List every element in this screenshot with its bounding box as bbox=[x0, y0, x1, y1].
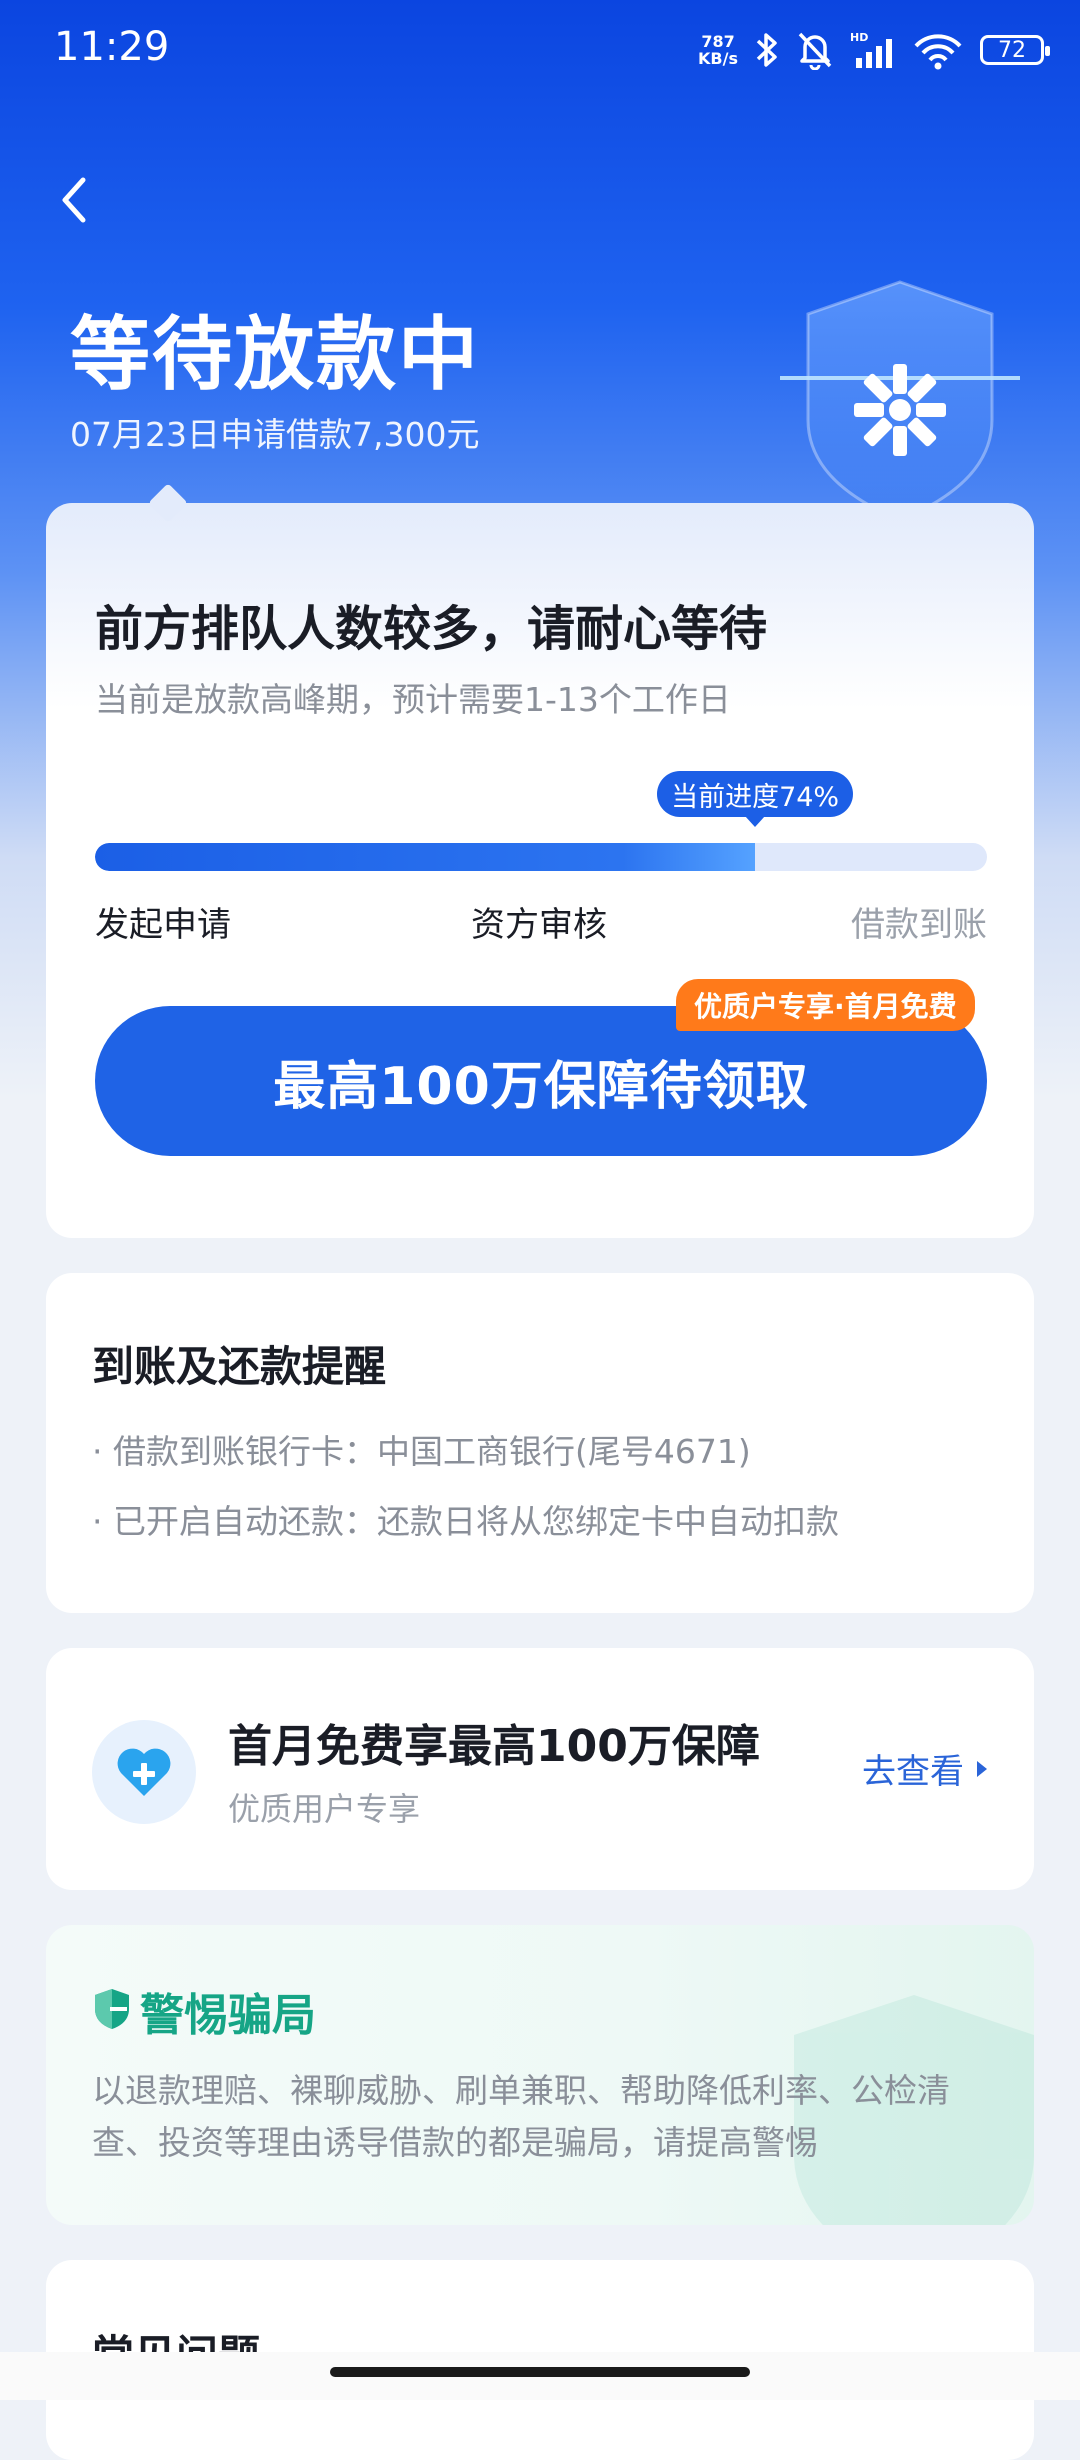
promo-badge: 优质户专享·首月免费 bbox=[676, 979, 975, 1031]
signal-icon: HD bbox=[850, 31, 892, 68]
reminder-title: 到账及还款提醒 bbox=[92, 1342, 387, 1391]
network-speed: 787 KB/s bbox=[698, 33, 738, 67]
progress-description: 当前是放款高峰期，预计需要1-13个工作日 bbox=[95, 680, 731, 719]
page-title: 等待放款中 bbox=[70, 308, 480, 401]
caret-right-icon bbox=[977, 1760, 987, 1777]
progress-tooltip: 当前进度74% bbox=[657, 771, 854, 827]
fraud-title: 警惕骗局 bbox=[140, 1990, 316, 2041]
battery-indicator: 72 bbox=[980, 35, 1050, 65]
promo-title: 首月免费享最高100万保障 bbox=[228, 1721, 760, 1772]
auto-repay-line: · 已开启自动还款：还款日将从您绑定卡中自动扣款 bbox=[92, 1502, 839, 1541]
view-link-label: 去查看 bbox=[862, 1752, 964, 1792]
back-button[interactable] bbox=[44, 170, 104, 230]
chevron-left-icon bbox=[62, 177, 86, 223]
step-disbursed: 借款到账 bbox=[851, 905, 987, 945]
heart-icon-circle bbox=[92, 1720, 196, 1824]
protection-promo-card[interactable]: 首月免费享最高100万保障 优质用户专享 去查看 bbox=[46, 1648, 1034, 1890]
page-subtitle: 07月23日申请借款7,300元 bbox=[70, 415, 480, 454]
view-link[interactable]: 去查看 bbox=[862, 1744, 988, 1793]
status-icons: 787 KB/s HD 72 bbox=[698, 24, 1050, 76]
reminder-card: 到账及还款提醒 · 借款到账银行卡：中国工商银行(尾号4671) · 已开启自动… bbox=[46, 1273, 1034, 1613]
progress-title: 前方排队人数较多，请耐心等待 bbox=[95, 601, 768, 657]
heart-plus-icon bbox=[117, 1748, 171, 1796]
step-review: 资方审核 bbox=[471, 905, 607, 945]
shield-check-icon bbox=[95, 1989, 129, 2029]
fraud-text: 以退款理赔、裸聊威胁、刷单兼职、帮助降低利率、公检清查、投资等理由诱导借款的都是… bbox=[92, 2071, 950, 2162]
network-speed-unit: KB/s bbox=[698, 49, 738, 68]
svg-text:HD: HD bbox=[850, 31, 868, 44]
home-indicator[interactable] bbox=[330, 2367, 750, 2377]
progress-card: 前方排队人数较多，请耐心等待 当前是放款高峰期，预计需要1-13个工作日 当前进… bbox=[46, 483, 1034, 1238]
fraud-warning-card: 警惕骗局 以退款理赔、裸聊威胁、刷单兼职、帮助降低利率、公检清查、投资等理由诱导… bbox=[46, 1925, 1034, 2225]
mute-bell-icon bbox=[798, 32, 832, 70]
status-time: 11:29 bbox=[54, 24, 170, 70]
wifi-icon bbox=[914, 34, 962, 70]
progress-bar-fill bbox=[95, 843, 756, 871]
promo-subtitle: 优质用户专享 bbox=[228, 1790, 421, 1828]
shield-decoration-icon bbox=[780, 280, 1020, 522]
step-apply: 发起申请 bbox=[95, 905, 231, 945]
bluetooth-icon bbox=[756, 33, 777, 67]
progress-bar bbox=[95, 843, 987, 871]
bank-card-line: · 借款到账银行卡：中国工商银行(尾号4671) bbox=[92, 1432, 751, 1471]
network-speed-value: 787 bbox=[701, 32, 735, 51]
status-bar: 11:29 787 KB/s HD 72 bbox=[0, 0, 1080, 100]
